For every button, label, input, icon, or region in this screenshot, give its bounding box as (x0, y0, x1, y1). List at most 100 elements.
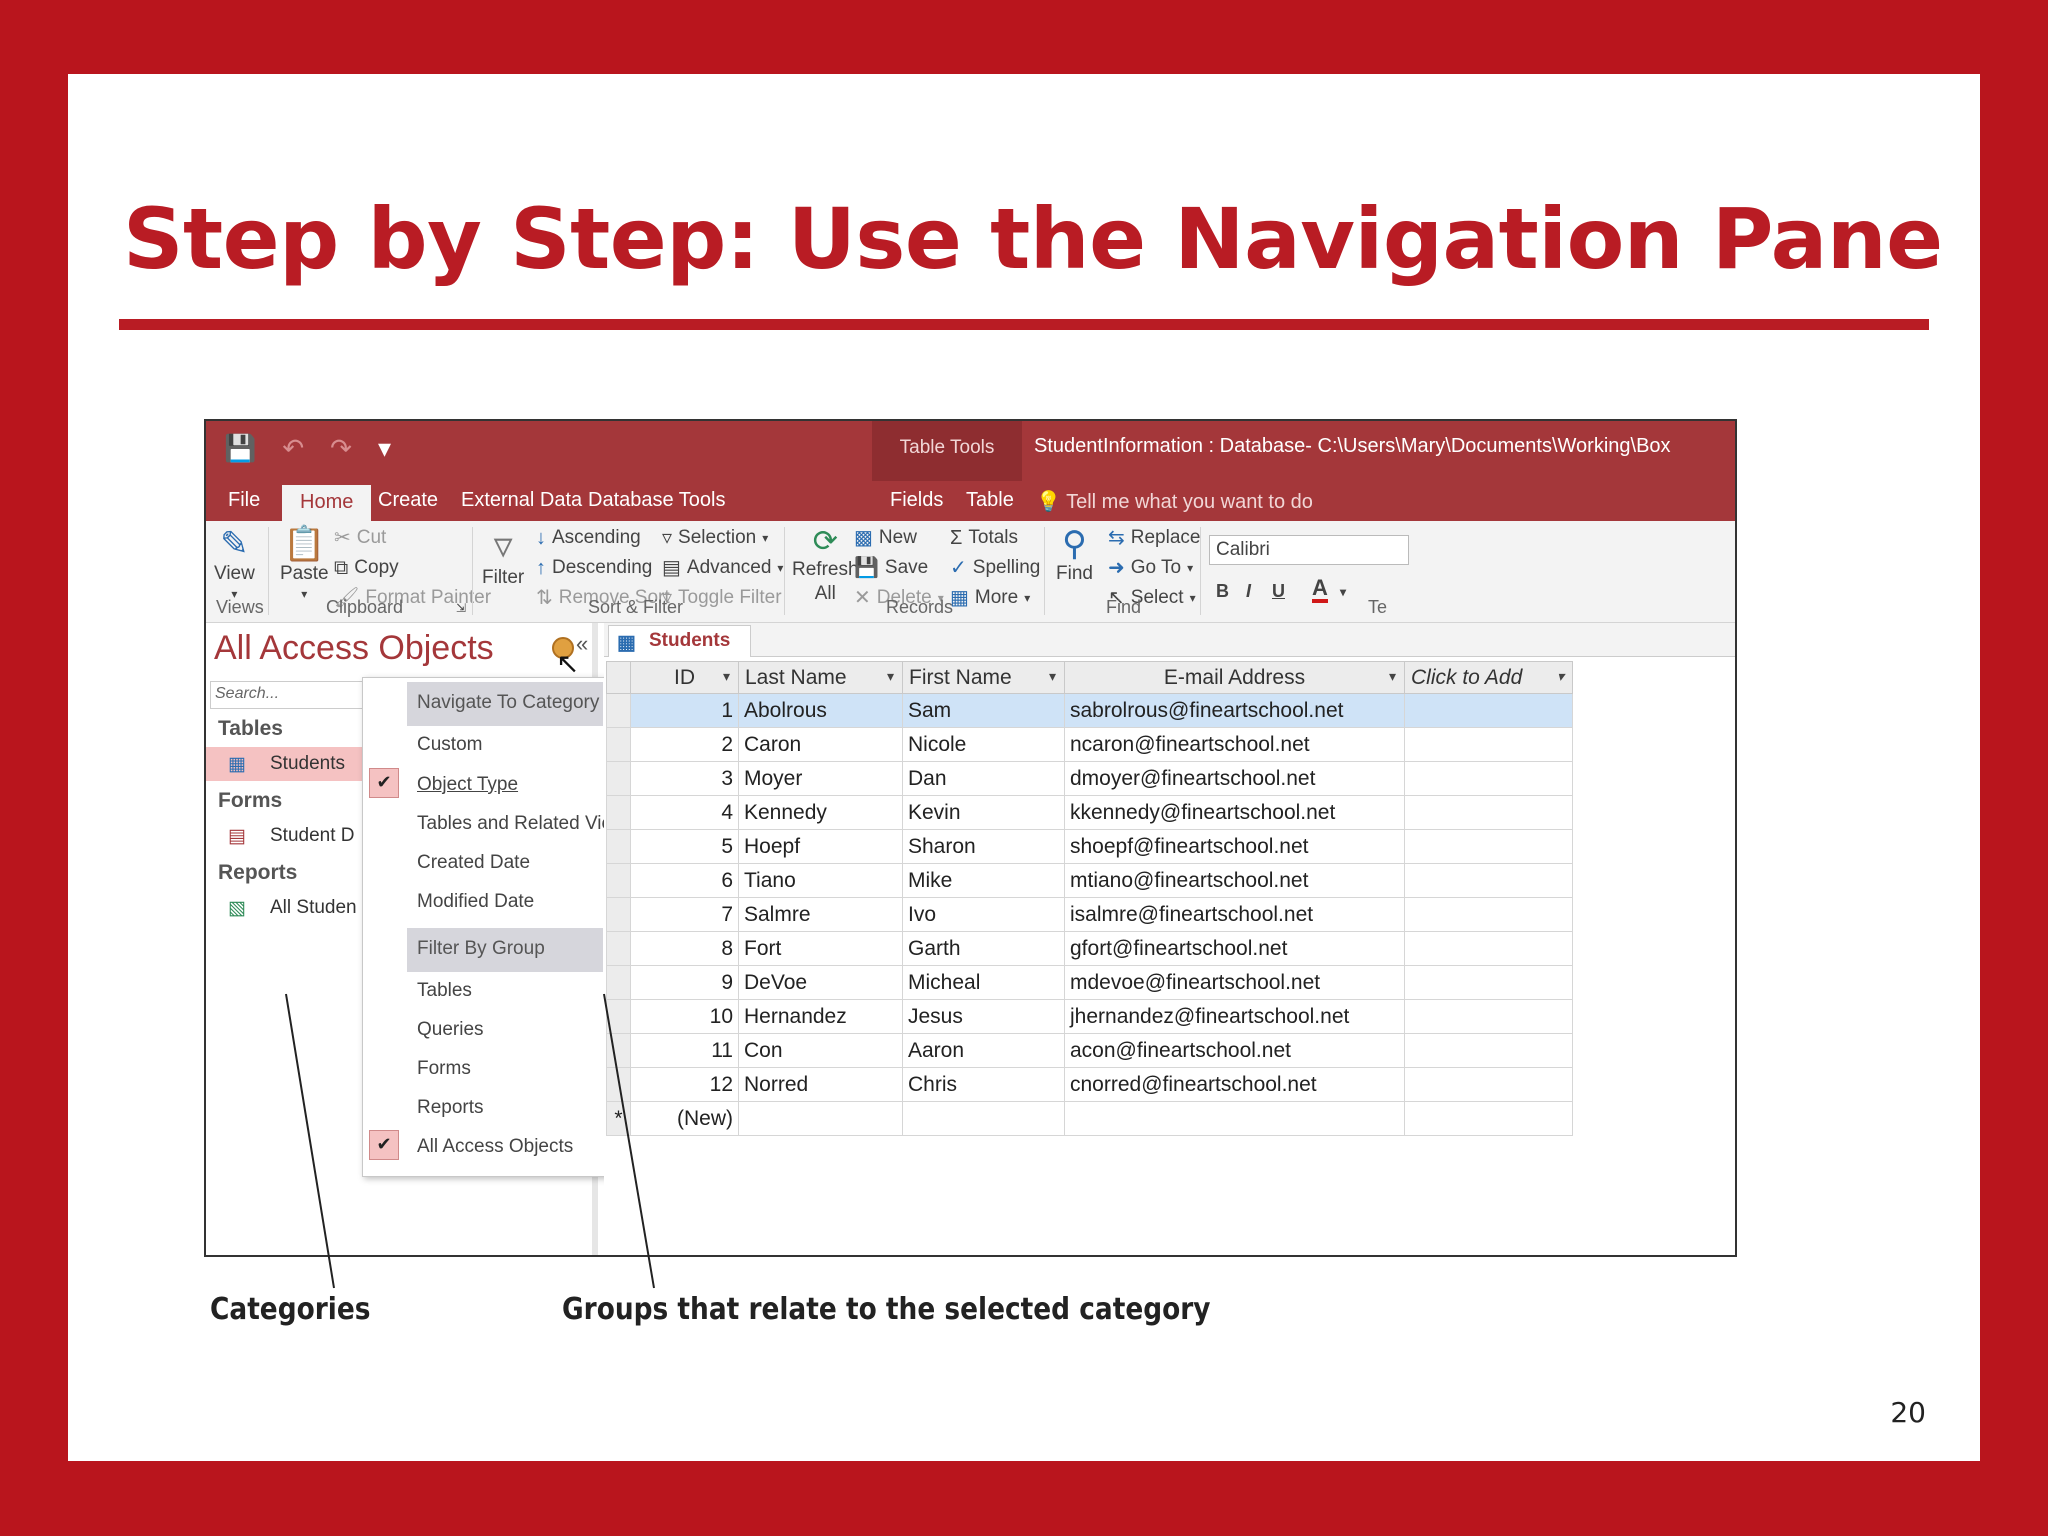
table-row[interactable]: 10 Hernandez Jesus jhernandez@fineartschool… (606, 999, 1573, 1034)
cell-first-name[interactable]: Jesus (902, 999, 1065, 1034)
column-header-click-to-add[interactable]: Click to Add ▾ (1404, 661, 1573, 694)
record-selector[interactable] (606, 795, 631, 830)
tab-home[interactable]: Home (282, 485, 372, 521)
empty-cell[interactable] (1064, 1101, 1405, 1136)
menu-item-tables-related-views[interactable]: Tables and Related Views (417, 813, 635, 835)
record-selector[interactable] (606, 829, 631, 864)
cell-click-to-add[interactable] (1404, 829, 1573, 864)
table-row[interactable]: 12 Norred Chris cnorred@fineartschool.net (606, 1067, 1573, 1102)
select-all-cell[interactable] (606, 661, 631, 694)
empty-cell[interactable] (738, 1101, 903, 1136)
record-selector[interactable] (606, 931, 631, 966)
cell-email[interactable]: jhernandez@fineartschool.net (1064, 999, 1405, 1034)
menu-item-queries[interactable]: Queries (417, 1019, 484, 1041)
record-selector[interactable] (606, 693, 631, 728)
empty-cell[interactable] (902, 1101, 1065, 1136)
undo-icon[interactable]: ↶ (282, 433, 304, 464)
cell-click-to-add[interactable] (1404, 897, 1573, 932)
cell-last-name[interactable]: Tiano (738, 863, 903, 898)
advanced-button[interactable]: ▤ Advanced ▾ (662, 557, 783, 579)
menu-item-modified-date[interactable]: Modified Date (417, 891, 534, 913)
cell-first-name[interactable]: Garth (902, 931, 1065, 966)
record-selector[interactable] (606, 727, 631, 762)
table-row[interactable]: 2 Caron Nicole ncaron@fineartschool.net (606, 727, 1573, 762)
table-row[interactable]: 6 Tiano Mike mtiano@fineartschool.net (606, 863, 1573, 898)
column-dropdown-icon[interactable]: ▾ (723, 668, 730, 685)
cell-click-to-add[interactable] (1404, 863, 1573, 898)
spelling-button[interactable]: ✓ Spelling (950, 557, 1040, 579)
cell-click-to-add[interactable] (1404, 965, 1573, 1000)
cell-last-name[interactable]: Fort (738, 931, 903, 966)
record-selector[interactable] (606, 863, 631, 898)
cell-email[interactable]: mdevoe@fineartschool.net (1064, 965, 1405, 1000)
font-name-box[interactable]: Calibri (1209, 535, 1409, 565)
new-record-label[interactable]: (New) (630, 1101, 739, 1136)
cell-id[interactable]: 12 (630, 1067, 739, 1102)
cell-email[interactable]: isalmre@fineartschool.net (1064, 897, 1405, 932)
table-row[interactable]: 1 Abolrous Sam sabrolrous@fineartschool.net (606, 693, 1573, 728)
nav-group-forms[interactable]: Forms (218, 789, 282, 813)
cell-id[interactable]: 7 (630, 897, 739, 932)
cell-click-to-add[interactable] (1404, 693, 1573, 728)
menu-item-tables[interactable]: Tables (417, 980, 472, 1002)
cell-last-name[interactable]: Caron (738, 727, 903, 762)
cell-last-name[interactable]: Hoepf (738, 829, 903, 864)
column-header-id[interactable]: ID ▾ (630, 661, 739, 694)
save-record-button[interactable]: 💾 Save (854, 557, 928, 579)
menu-item-forms[interactable]: Forms (417, 1058, 471, 1080)
customize-qat-icon[interactable]: ▾ (378, 433, 391, 464)
table-row[interactable]: 9 DeVoe Micheal mdevoe@fineartschool.net (606, 965, 1573, 1000)
cell-email[interactable]: shoepf@fineartschool.net (1064, 829, 1405, 864)
menu-item-reports[interactable]: Reports (417, 1097, 484, 1119)
filter-button[interactable]: ▿ Filter (482, 527, 524, 589)
new-record-row[interactable]: * (New) (606, 1101, 1573, 1136)
cell-email[interactable]: gfort@fineartschool.net (1064, 931, 1405, 966)
column-header-last-name[interactable]: Last Name ▾ (738, 661, 903, 694)
goto-button[interactable]: ➜ Go To ▾ (1108, 557, 1193, 579)
column-dropdown-icon[interactable]: ▾ (887, 668, 894, 685)
nav-group-tables[interactable]: Tables (218, 717, 283, 741)
table-row[interactable]: 11 Con Aaron acon@fineartschool.net (606, 1033, 1573, 1068)
menu-item-object-type[interactable]: Object Type (417, 774, 518, 796)
cell-id[interactable]: 3 (630, 761, 739, 796)
table-row[interactable]: 5 Hoepf Sharon shoepf@fineartschool.net (606, 829, 1573, 864)
column-dropdown-icon[interactable]: ▾ (1049, 668, 1056, 685)
cell-email[interactable]: sabrolrous@fineartschool.net (1064, 693, 1405, 728)
cell-last-name[interactable]: Abolrous (738, 693, 903, 728)
column-header-email[interactable]: E-mail Address ▾ (1064, 661, 1405, 694)
find-button[interactable]: ⚲ Find (1056, 527, 1093, 585)
view-button[interactable]: ✎ View ▾ (214, 527, 255, 601)
record-selector[interactable] (606, 965, 631, 1000)
cell-click-to-add[interactable] (1404, 1033, 1573, 1068)
cell-email[interactable]: ncaron@fineartschool.net (1064, 727, 1405, 762)
cell-email[interactable]: dmoyer@fineartschool.net (1064, 761, 1405, 796)
menu-item-all-access-objects[interactable]: All Access Objects (417, 1136, 573, 1158)
cell-first-name[interactable]: Nicole (902, 727, 1065, 762)
tab-table[interactable]: Table (966, 489, 1014, 512)
cell-email[interactable]: kkennedy@fineartschool.net (1064, 795, 1405, 830)
record-selector[interactable] (606, 1067, 631, 1102)
cell-email[interactable]: mtiano@fineartschool.net (1064, 863, 1405, 898)
cut-button[interactable]: ✂ Cut (334, 527, 386, 549)
cell-click-to-add[interactable] (1404, 795, 1573, 830)
empty-cell[interactable] (1404, 1101, 1573, 1136)
cell-first-name[interactable]: Sharon (902, 829, 1065, 864)
paste-button[interactable]: 📋 Paste ▾ (280, 527, 329, 601)
cell-click-to-add[interactable] (1404, 1067, 1573, 1102)
cell-id[interactable]: 10 (630, 999, 739, 1034)
cell-first-name[interactable]: Dan (902, 761, 1065, 796)
cell-id[interactable]: 1 (630, 693, 739, 728)
tab-fields[interactable]: Fields (890, 489, 943, 512)
cell-id[interactable]: 6 (630, 863, 739, 898)
selection-button[interactable]: ▿ Selection ▾ (662, 527, 768, 549)
cell-click-to-add[interactable] (1404, 761, 1573, 796)
tab-create[interactable]: Create (378, 489, 438, 512)
cell-first-name[interactable]: Chris (902, 1067, 1065, 1102)
cell-id[interactable]: 11 (630, 1033, 739, 1068)
table-row[interactable]: 7 Salmre Ivo isalmre@fineartschool.net (606, 897, 1573, 932)
cell-click-to-add[interactable] (1404, 931, 1573, 966)
descending-button[interactable]: ↑ Descending (536, 557, 652, 579)
cell-id[interactable]: 2 (630, 727, 739, 762)
cell-id[interactable]: 4 (630, 795, 739, 830)
nav-pane-title[interactable]: All Access Objects (214, 629, 494, 668)
